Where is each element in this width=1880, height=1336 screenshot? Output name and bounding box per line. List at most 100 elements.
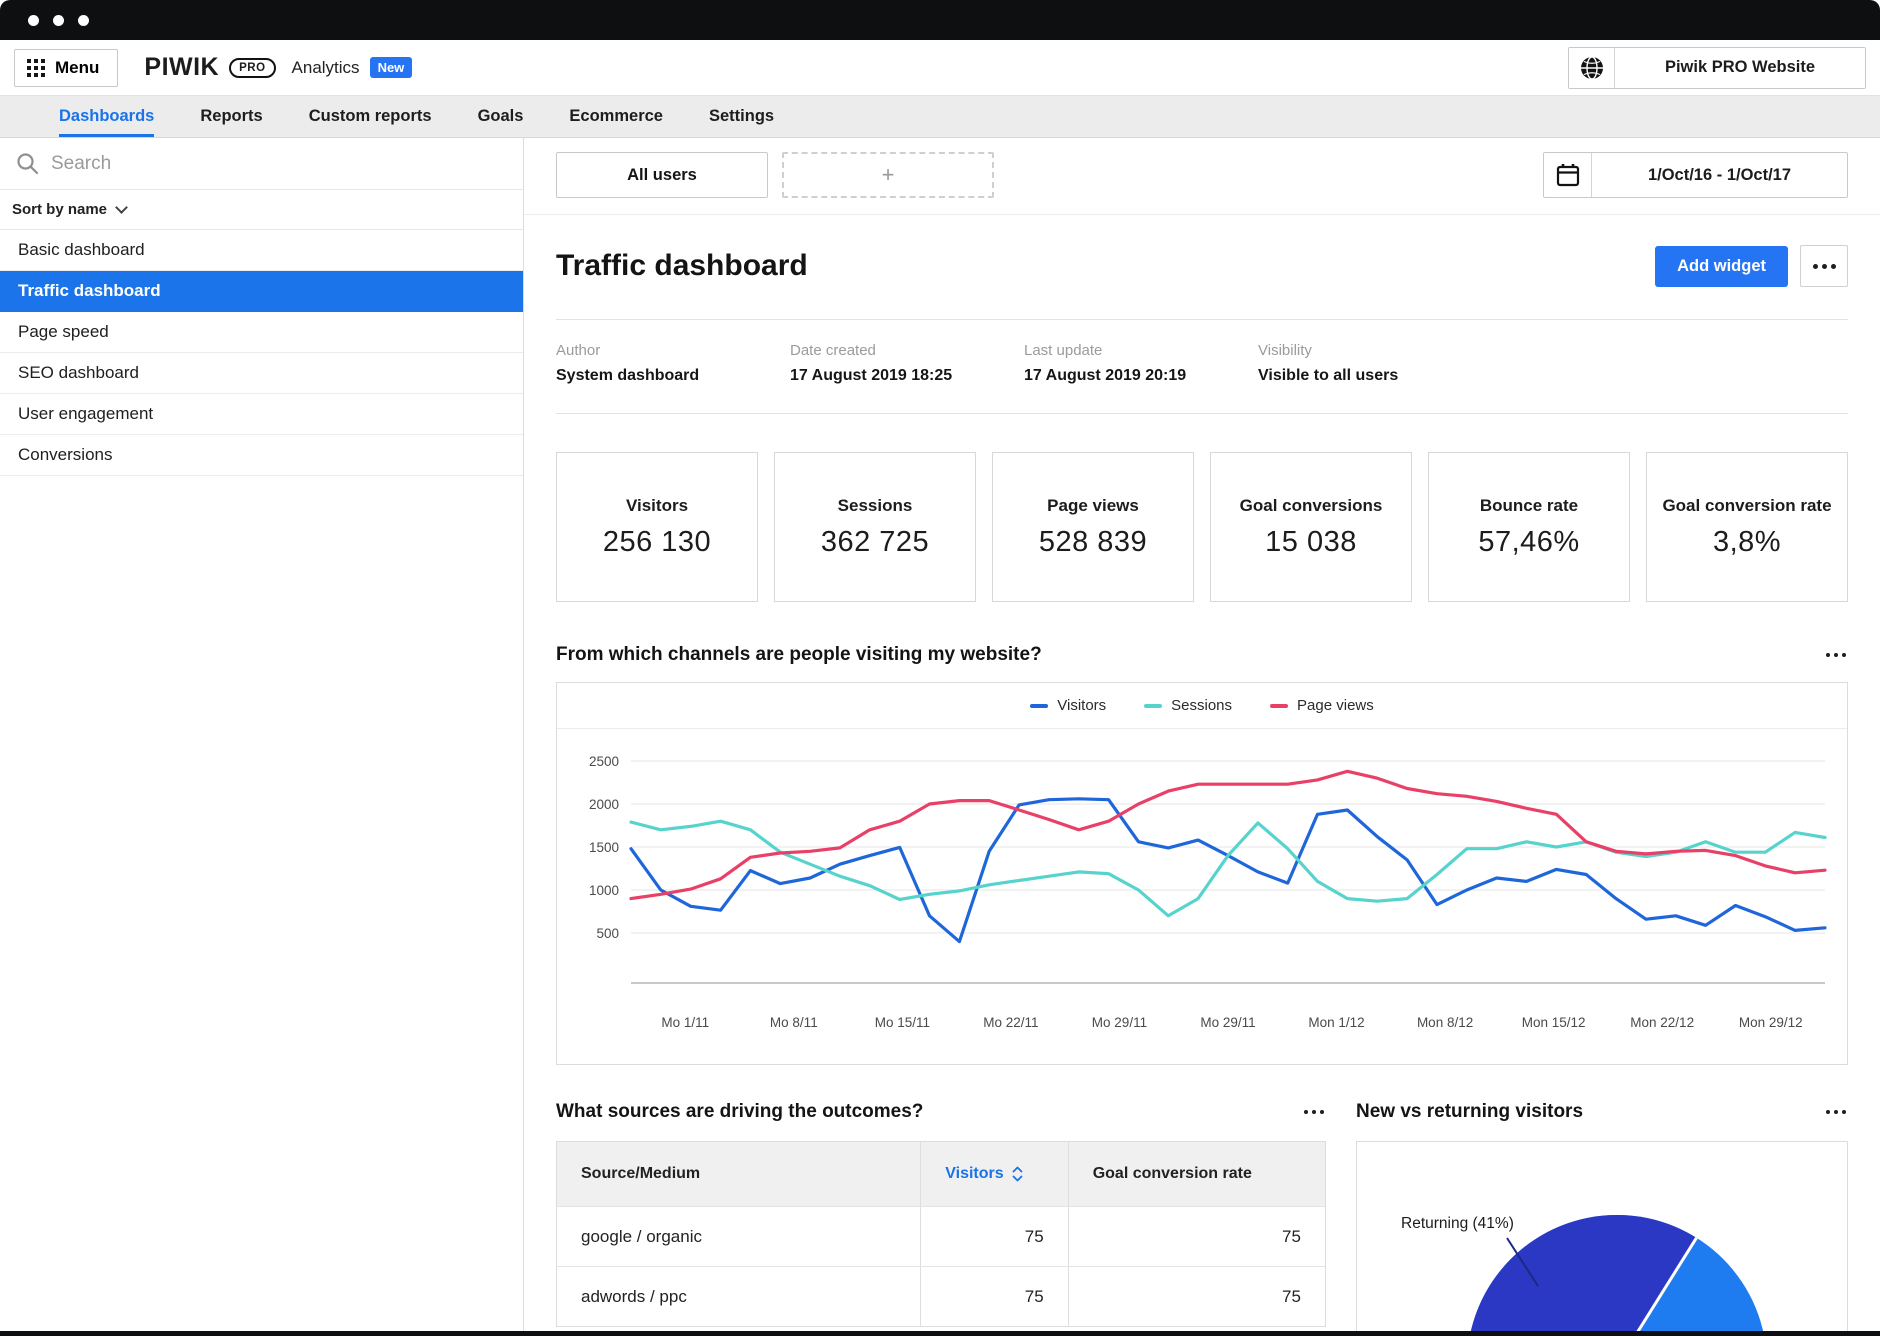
cell-source: adwords / ppc [581,1286,687,1306]
line-chart-card: Visitors Sessions Page views 500 1000 1500 20… [556,682,1848,1065]
y-axis-tick-label: 1000 [589,883,619,898]
chevron-down-icon [115,201,128,214]
brand-wordmark: PIWIK [144,53,220,81]
search-input[interactable] [51,152,507,175]
tab-goals[interactable]: Goals [478,96,524,137]
globe-icon [1569,47,1615,88]
legend-item-visitors[interactable]: Visitors [1030,697,1106,714]
dashboard-options-button[interactable] [1800,245,1848,287]
sidebar-item-seo-dashboard[interactable]: SEO dashboard [0,353,523,394]
table-row[interactable]: google / organic 75 75 [557,1206,1325,1266]
sort-by-name-control[interactable]: Sort by name [0,190,523,230]
legend-label: Page views [1297,697,1374,714]
add-widget-button[interactable]: Add widget [1655,245,1788,287]
piwik-pro-logo[interactable]: PIWIK PRO Analytics New [144,53,413,82]
cell-visitors: 75 [920,1207,1067,1266]
menu-button[interactable]: Menu [14,48,119,87]
cell-source: google / organic [581,1226,702,1246]
x-axis-tick-label: Mo 1/11 [661,1015,709,1030]
pie-annotation-label: Returning (41%) [1401,1215,1514,1232]
date-range-picker[interactable]: 1/Oct/16 - 1/Oct/17 [1543,152,1848,198]
meta-label-last-update: Last update [1024,342,1103,359]
sidebar-item-traffic-dashboard[interactable]: Traffic dashboard [0,271,523,312]
legend-label: Sessions [1171,697,1233,714]
legend-swatch [1030,703,1049,708]
window-minimize-icon[interactable] [53,14,64,26]
kpi-label: Bounce rate [1479,495,1579,515]
legend-swatch [1144,703,1163,708]
pie-options-button[interactable] [1824,1104,1849,1121]
kpi-label: Goal conversion rate [1662,495,1832,515]
y-axis-tick-label: 1500 [589,840,619,855]
table-header-row: Source/Medium Visitors Goal conversion r… [557,1142,1325,1206]
main-nav: Dashboards Reports Custom reports Goals … [0,96,1880,138]
new-badge: New [369,57,413,78]
x-axis-tick-label: Mon 1/12 [1308,1015,1364,1030]
visitors-pie-section: New vs returning visitors Returning (41%… [1356,1101,1848,1336]
kpi-label: Visitors [625,495,689,515]
segment-toolbar: All users + 1/Oct/16 - 1/Oct/17 [524,152,1880,215]
kpi-card-page-views: Page views 528 839 [992,452,1194,602]
window-close-icon[interactable] [28,14,39,26]
divider [556,413,1848,414]
meta-label-visibility: Visibility [1258,342,1312,359]
sidebar-item-user-engagement[interactable]: User engagement [0,394,523,435]
sidebar-item-page-speed[interactable]: Page speed [0,312,523,353]
x-axis-tick-label: Mon 22/12 [1630,1015,1694,1030]
dashboard-meta: Author System dashboard Date created 17 … [556,342,1848,385]
kpi-card-sessions: Sessions 362 725 [774,452,976,602]
kpi-value: 528 839 [1038,526,1148,559]
search-bar [0,138,523,190]
dashboard-sidebar: Sort by name Basic dashboard Traffic das… [0,138,524,1336]
traffic-line-chart[interactable]: 500 1000 1500 2000 2500 Mo 1/11 Mo 8/11 Mo 15/1… [557,729,1845,1059]
add-segment-button[interactable]: + [782,152,994,198]
series-line-visitors [629,797,1827,944]
kpi-card-goal-conversion-rate: Goal conversion rate 3,8% [1646,452,1848,602]
window-maximize-icon[interactable] [78,14,89,26]
sources-table: Source/Medium Visitors Goal conversion r… [556,1141,1326,1327]
tab-dashboards[interactable]: Dashboards [59,96,155,137]
kpi-card-visitors: Visitors 256 130 [556,452,758,602]
tab-settings[interactable]: Settings [709,96,774,137]
meta-value-last-update: 17 August 2019 20:19 [1024,367,1187,384]
meta-value-author: System dashboard [556,367,700,384]
legend-item-page-views[interactable]: Page views [1270,697,1374,714]
dashboard-header: Traffic dashboard Add widget [556,245,1848,287]
app-header: Menu PIWIK PRO Analytics New Piwik PRO W… [0,40,1880,96]
website-name: Piwik PRO Website [1664,58,1816,76]
channels-chart-section: From which channels are people visiting … [556,644,1848,1065]
window-bottom-edge [0,1331,1880,1336]
x-axis-tick-label: Mon 8/12 [1417,1015,1473,1030]
sidebar-item-basic-dashboard[interactable]: Basic dashboard [0,230,523,271]
meta-label-date-created: Date created [790,342,876,359]
tab-ecommerce[interactable]: Ecommerce [569,96,663,137]
calendar-icon[interactable] [1544,153,1592,197]
new-vs-returning-pie-chart[interactable]: Returning (41%) [1357,1142,1845,1336]
column-header-visitors[interactable]: Visitors [920,1142,1067,1206]
sidebar-item-conversions[interactable]: Conversions [0,435,523,476]
legend-item-sessions[interactable]: Sessions [1144,697,1232,714]
chart-section-title: From which channels are people visiting … [556,644,1042,665]
website-selector[interactable]: Piwik PRO Website [1568,46,1866,89]
date-range-value[interactable]: 1/Oct/16 - 1/Oct/17 [1592,153,1847,197]
x-axis-tick-label: Mo 22/11 [983,1015,1038,1030]
column-header-source-medium[interactable]: Source/Medium [557,1165,920,1183]
tab-custom-reports[interactable]: Custom reports [309,96,432,137]
chart-legend: Visitors Sessions Page views [557,683,1847,729]
x-axis-tick-label: Mo 29/11 [1200,1015,1255,1030]
sources-options-button[interactable] [1302,1104,1327,1121]
column-header-goal-conversion-rate[interactable]: Goal conversion rate [1067,1142,1325,1206]
kpi-value: 256 130 [602,526,712,559]
pie-chart-card: Returning (41%) [1356,1141,1848,1336]
sort-arrows-icon [1012,1166,1023,1182]
legend-label: Visitors [1057,697,1107,714]
all-users-segment-button[interactable]: All users [556,152,768,198]
search-icon [16,152,39,175]
tab-reports[interactable]: Reports [200,96,262,137]
cell-visitors: 75 [920,1267,1067,1326]
kpi-value: 57,46% [1478,526,1580,559]
page-title: Traffic dashboard [556,249,808,282]
table-row[interactable]: adwords / ppc 75 75 [557,1266,1325,1326]
chart-options-button[interactable] [1824,647,1849,664]
y-axis-tick-label: 2500 [589,754,619,769]
